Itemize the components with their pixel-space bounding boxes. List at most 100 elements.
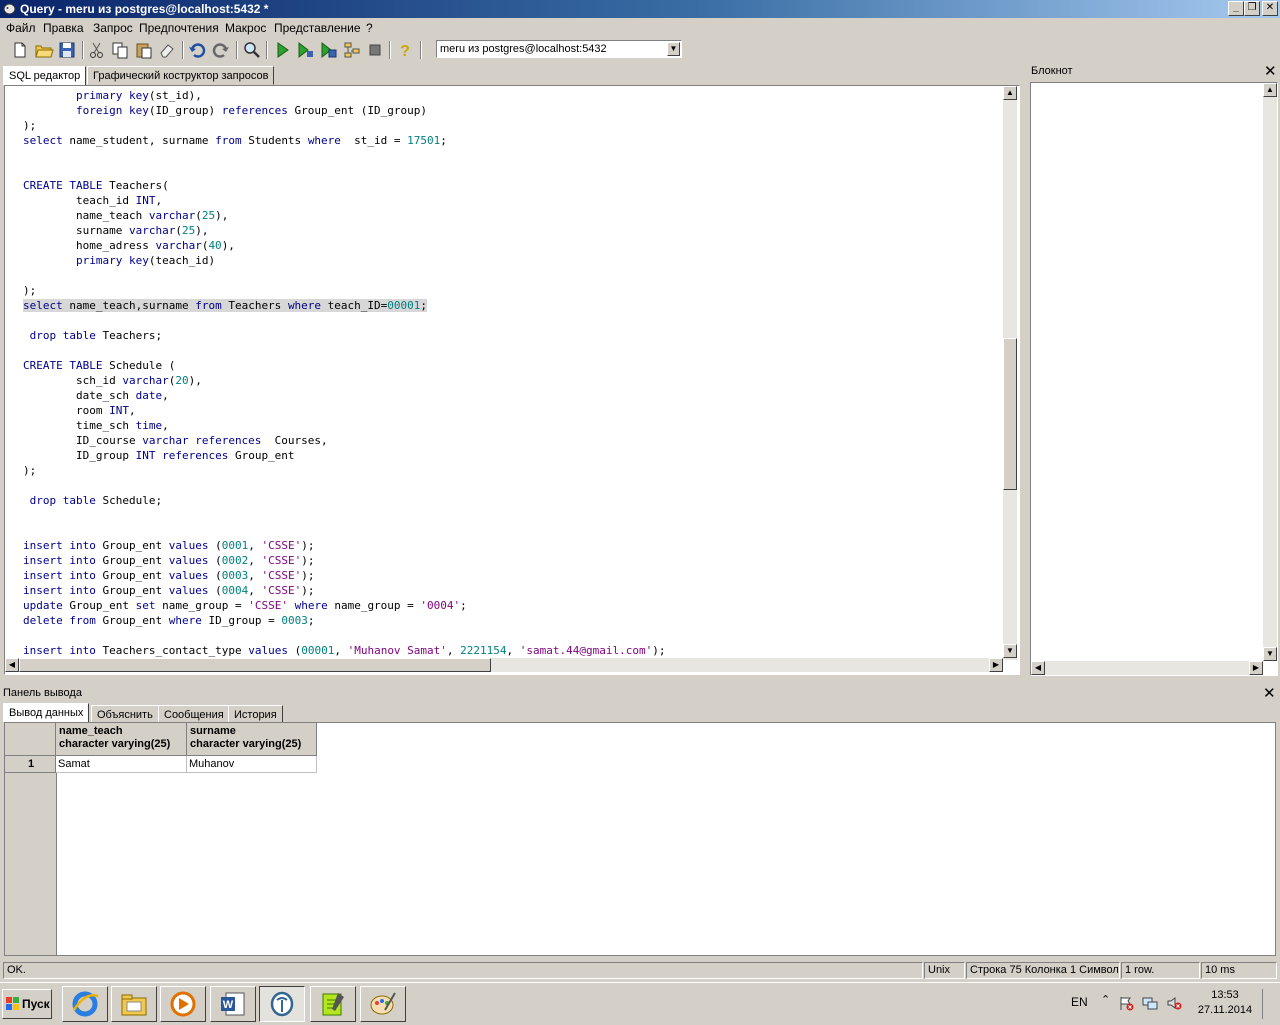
scroll-left-arrow-icon[interactable]: ◀ [1031,661,1045,675]
scroll-down-arrow-icon[interactable]: ▼ [1263,647,1277,661]
find-icon[interactable] [242,40,262,60]
code-line[interactable]: foreign key(ID_group) references Group_e… [23,103,665,118]
paste-icon[interactable] [134,40,154,60]
redo-icon[interactable] [211,40,231,60]
new-file-icon[interactable] [10,40,30,60]
taskbar-app-media-player[interactable] [160,986,206,1022]
code-line[interactable]: ID_group INT references Group_ent [23,448,665,463]
grid-corner-header[interactable] [5,723,56,756]
menu-help[interactable]: ? [366,21,373,35]
scroll-down-arrow-icon[interactable]: ▼ [1003,644,1017,658]
editor-horizontal-scrollbar[interactable]: ◀ ▶ [5,658,1003,672]
taskbar-app-ie[interactable] [62,986,108,1022]
row-number[interactable]: 1 [5,756,56,773]
notepad-horizontal-scrollbar[interactable]: ◀ ▶ [1031,661,1263,675]
copy-icon[interactable] [110,40,130,60]
execute-to-file-icon[interactable] [318,40,338,60]
notepad-close-icon[interactable]: ✕ [1264,62,1277,80]
code-line[interactable]: teach_id INT, [23,193,665,208]
menu-view[interactable]: Представление [274,21,361,35]
scroll-up-arrow-icon[interactable]: ▲ [1263,83,1277,97]
taskbar-app-paint[interactable] [360,986,406,1022]
code-line[interactable]: primary key(st_id), [23,88,665,103]
explain-icon[interactable] [342,40,362,60]
help-icon[interactable]: ? [395,40,415,60]
code-line[interactable]: ); [23,118,665,133]
code-line[interactable]: surname varchar(25), [23,223,665,238]
vertical-scroll-thumb[interactable] [1003,338,1017,490]
table-cell[interactable]: Samat [56,756,187,773]
tab-data-output[interactable]: Вывод данных [3,703,90,722]
code-line[interactable]: ); [23,463,665,478]
column-header-name-teach[interactable]: name_teach character varying(25) [56,723,187,756]
language-indicator[interactable]: EN [1071,995,1088,1009]
menu-file[interactable]: Файл [6,21,36,35]
code-line[interactable]: home_adress varchar(40), [23,238,665,253]
scroll-left-arrow-icon[interactable]: ◀ [5,658,19,672]
output-panel-close-icon[interactable]: ✕ [1263,684,1276,702]
tray-clock[interactable]: 13:53 27.11.2014 [1190,988,1260,1018]
minimize-button[interactable]: _ [1228,1,1244,16]
code-line[interactable]: insert into Teachers_contact_type values… [23,643,665,658]
tray-volume-icon[interactable] [1166,995,1182,1011]
code-line[interactable]: time_sch time, [23,418,665,433]
sql-editor[interactable]: primary key(st_id), foreign key(ID_group… [4,85,1020,675]
menu-query[interactable]: Запрос [93,21,133,35]
execute-icon[interactable] [272,40,292,60]
code-line[interactable]: ); [23,283,665,298]
scroll-up-arrow-icon[interactable]: ▲ [1003,86,1017,100]
open-folder-icon[interactable] [34,40,54,60]
code-line[interactable] [23,523,665,538]
eraser-icon[interactable] [157,40,177,60]
scroll-right-arrow-icon[interactable]: ▶ [989,658,1003,672]
code-line[interactable]: room INT, [23,403,665,418]
undo-icon[interactable] [187,40,207,60]
close-button[interactable]: ✕ [1262,1,1278,16]
tab-sql-editor[interactable]: SQL редактор [3,66,87,85]
save-icon[interactable] [57,40,77,60]
code-line[interactable]: insert into Group_ent values (0001, 'CSS… [23,538,665,553]
code-line[interactable]: drop table Teachers; [23,328,665,343]
execute-pgscript-icon[interactable] [295,40,315,60]
code-line[interactable] [23,478,665,493]
start-button[interactable]: Пуск [2,989,52,1019]
code-line[interactable]: ID_course varchar references Courses, [23,433,665,448]
maximize-button[interactable]: ❐ [1244,1,1260,16]
stop-icon[interactable] [365,40,385,60]
cut-icon[interactable] [87,40,107,60]
code-line[interactable]: delete from Group_ent where ID_group = 0… [23,613,665,628]
taskbar-app-notepad-plus[interactable] [310,986,356,1022]
column-header-surname[interactable]: surname character varying(25) [187,723,317,756]
table-cell[interactable]: Muhanov [187,756,317,773]
code-line[interactable] [23,343,665,358]
tray-expand-icon[interactable]: ⌃ [1101,993,1110,1006]
code-line[interactable] [23,628,665,643]
code-line[interactable]: insert into Group_ent values (0002, 'CSS… [23,553,665,568]
horizontal-scroll-thumb[interactable] [19,658,491,672]
tray-flag-icon[interactable] [1118,995,1134,1011]
code-line[interactable]: name_teach varchar(25), [23,208,665,223]
code-line[interactable] [23,148,665,163]
tab-graphical-query-builder[interactable]: Графический коструктор запросов [87,66,275,85]
taskbar-app-explorer[interactable] [111,986,157,1022]
editor-vertical-scrollbar[interactable]: ▲ ▼ [1003,86,1017,660]
menu-preferences[interactable]: Предпочтения [139,21,219,35]
results-grid[interactable]: name_teach character varying(25) surname… [4,722,1276,956]
code-area[interactable]: primary key(st_id), foreign key(ID_group… [23,88,665,658]
chevron-down-icon[interactable]: ▼ [667,42,680,56]
code-line[interactable] [23,313,665,328]
connection-select[interactable]: meru из postgres@localhost:5432 ▼ [436,40,682,58]
tray-network-icon[interactable] [1142,995,1158,1011]
show-desktop-button[interactable] [1262,989,1277,1019]
notepad-text-area[interactable]: ▲ ▼ ◀ ▶ [1030,82,1278,676]
menu-edit[interactable]: Правка [43,21,84,35]
code-line[interactable]: primary key(teach_id) [23,253,665,268]
menu-macros[interactable]: Макрос [225,21,266,35]
notepad-vertical-scrollbar[interactable]: ▲ ▼ [1263,83,1277,661]
code-line[interactable]: insert into Group_ent values (0003, 'CSS… [23,568,665,583]
taskbar-app-word[interactable]: W [210,986,256,1022]
code-line[interactable] [23,268,665,283]
code-line[interactable] [23,508,665,523]
code-line[interactable] [23,163,665,178]
code-line[interactable]: update Group_ent set name_group = 'CSSE'… [23,598,665,613]
